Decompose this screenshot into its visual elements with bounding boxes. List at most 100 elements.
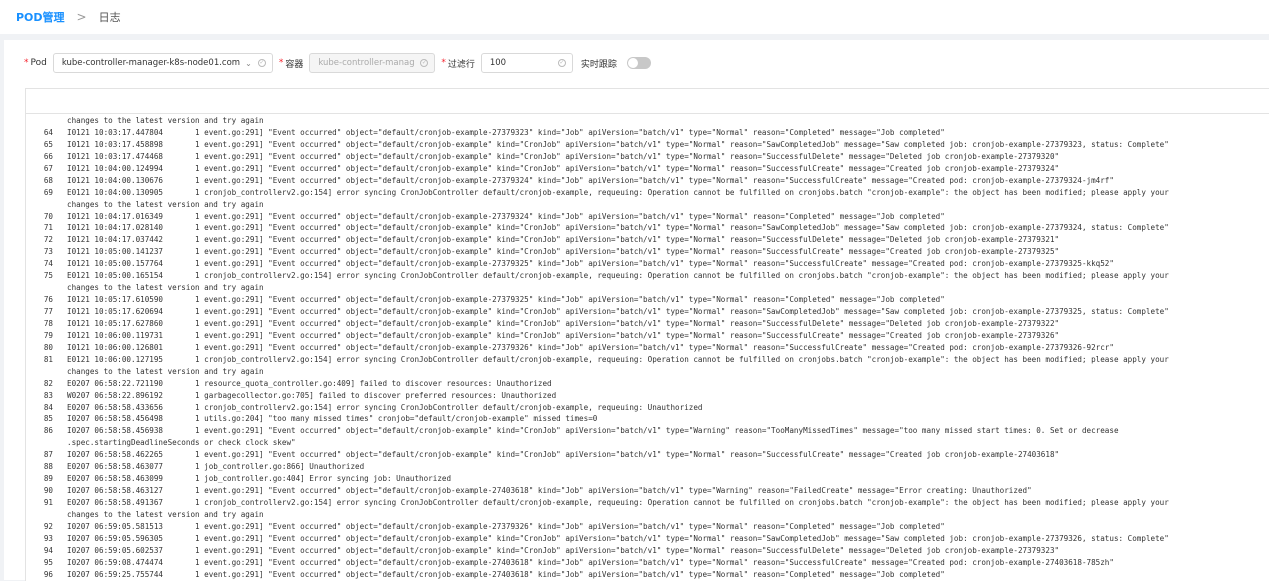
log-line: 64 I0121 10:03:17.447804 1 event.go:291] … xyxy=(26,127,1269,139)
log-line-number: 76 xyxy=(43,295,53,305)
log-line-text: I0121 10:05:00.157764 1 event.go:291] "E… xyxy=(67,259,1114,269)
log-line: 83 W0207 06:58:22.896192 1 garbagecollect… xyxy=(26,390,1269,402)
log-line: changes to the latest version and try ag… xyxy=(26,366,1269,378)
log-line: 89 E0207 06:58:58.463099 1 job_controller… xyxy=(26,473,1269,485)
log-line-number: 92 xyxy=(43,521,53,531)
lines-input-value: 100 xyxy=(489,58,507,68)
log-line-text: changes to the latest version and try ag… xyxy=(67,509,264,519)
lines-input[interactable]: 100 ✓ xyxy=(480,53,573,73)
log-line-text: I0121 10:04:00.124994 1 event.go:291] "E… xyxy=(67,163,1060,173)
log-line-text: I0207 06:59:05.602537 1 event.go:291] "E… xyxy=(67,545,1060,555)
log-line: 66 I0121 10:03:17.474468 1 event.go:291] … xyxy=(26,151,1269,163)
log-line: 67 I0121 10:04:00.124994 1 event.go:291] … xyxy=(26,163,1269,175)
log-line-text: E0207 06:58:58.463077 1 job_controller.g… xyxy=(67,462,365,472)
log-line-text: E0207 06:58:22.721190 1 resource_quota_c… xyxy=(67,378,552,388)
log-line: 75 E0121 10:05:00.165154 1 cronjob_contro… xyxy=(26,270,1269,282)
log-line: 70 I0121 10:04:17.016349 1 event.go:291] … xyxy=(26,211,1269,223)
log-line-number xyxy=(26,437,67,449)
log-line-number: 75 xyxy=(43,271,53,281)
check-circle-icon: ✓ xyxy=(257,59,266,67)
log-line-text: changes to the latest version and try ag… xyxy=(67,116,264,125)
log-line-text: E0121 10:06:00.127195 1 cronjob_controll… xyxy=(67,354,1169,364)
log-line-text: E0207 06:58:58.433656 1 cronjob_controll… xyxy=(67,402,703,412)
log-line-number: 67 xyxy=(43,163,53,173)
log-line: 86 I0207 06:58:58.456938 1 event.go:291] … xyxy=(26,425,1269,437)
log-line-text: I0207 06:58:58.456938 1 event.go:291] "E… xyxy=(67,426,1119,436)
log-line-number: 86 xyxy=(43,426,53,436)
log-line-text: E0121 10:05:00.165154 1 cronjob_controll… xyxy=(67,271,1169,281)
log-line: 92 I0207 06:59:05.581513 1 event.go:291] … xyxy=(26,521,1269,533)
log-line-text: I0121 10:04:17.016349 1 event.go:291] "E… xyxy=(67,211,945,221)
log-line-text: I0121 10:04:17.037442 1 event.go:291] "E… xyxy=(67,235,1060,245)
log-line-number: 66 xyxy=(43,151,53,161)
log-line: 65 I0121 10:03:17.458898 1 event.go:291] … xyxy=(26,139,1269,151)
log-line-number: 70 xyxy=(43,211,53,221)
realtime-label: 实时跟踪 xyxy=(580,59,617,70)
log-line: 74 I0121 10:05:00.157764 1 event.go:291] … xyxy=(26,258,1269,270)
log-line: changes to the latest version and try ag… xyxy=(26,115,1269,127)
log-line: 80 I0121 10:06:00.126801 1 event.go:291] … xyxy=(26,342,1269,354)
log-line-number: 74 xyxy=(43,259,53,269)
log-line: 91 E0207 06:58:58.491367 1 cronjob_contro… xyxy=(26,497,1269,509)
log-line-number: 84 xyxy=(43,402,53,412)
log-line-text: I0121 10:03:17.458898 1 event.go:291] "E… xyxy=(67,139,1169,149)
check-circle-icon: ✓ xyxy=(557,59,566,67)
log-line: 78 I0121 10:05:17.627860 1 event.go:291] … xyxy=(26,318,1269,330)
check-circle-icon: ✓ xyxy=(420,59,429,67)
log-line: changes to the latest version and try ag… xyxy=(26,199,1269,211)
log-line-number xyxy=(26,199,67,211)
log-line-text: I0121 10:03:17.474468 1 event.go:291] "E… xyxy=(67,151,1060,161)
required-mark: * xyxy=(278,58,284,68)
log-line-number: 83 xyxy=(43,390,53,400)
log-line-number: 73 xyxy=(43,247,53,257)
log-line-number: 77 xyxy=(43,307,53,316)
log-line-text: I0207 06:58:58.456498 1 utils.go:204] "t… xyxy=(67,414,598,424)
log-line-number xyxy=(26,282,67,294)
log-line: 93 I0207 06:59:05.596305 1 event.go:291] … xyxy=(26,533,1269,545)
log-line-text: I0121 10:06:00.119731 1 event.go:291] "E… xyxy=(67,330,1060,340)
log-line: 94 I0207 06:59:05.602537 1 event.go:291] … xyxy=(26,545,1269,557)
container-label: 容器 xyxy=(285,59,304,70)
container-select-value: kube-controller-manager xyxy=(318,58,415,68)
log-line-number: 71 xyxy=(43,223,53,233)
log-line: 81 E0121 10:06:00.127195 1 cronjob_contro… xyxy=(26,354,1269,366)
log-line-text: I0121 10:03:17.447804 1 event.go:291] "E… xyxy=(67,127,945,137)
log-line: 72 I0121 10:04:17.037442 1 event.go:291] … xyxy=(26,234,1269,246)
log-line: 90 I0207 06:58:58.463127 1 event.go:291] … xyxy=(26,485,1269,497)
log-line: 88 E0207 06:58:58.463077 1 job_controller… xyxy=(26,461,1269,473)
chevron-down-icon: ⌄ xyxy=(245,58,252,68)
breadcrumb-pod-management[interactable]: POD管理 xyxy=(16,9,65,25)
log-line-number: 88 xyxy=(43,462,53,472)
log-line: 68 I0121 10:04:00.130676 1 event.go:291] … xyxy=(26,175,1269,187)
log-line-number: 90 xyxy=(43,486,53,496)
log-line-number: 64 xyxy=(43,127,53,137)
log-line: 87 I0207 06:58:58.462265 1 event.go:291] … xyxy=(26,449,1269,461)
log-line-text: I0207 06:58:58.462265 1 event.go:291] "E… xyxy=(67,450,1060,460)
breadcrumb-separator: > xyxy=(76,10,87,24)
log-line-text: .spec.startingDeadlineSeconds or check c… xyxy=(67,438,296,448)
log-line-text: I0121 10:05:17.620694 1 event.go:291] "E… xyxy=(67,307,1169,316)
log-line-number: 68 xyxy=(43,175,53,185)
log-line-text: E0207 06:58:58.463099 1 job_controller.g… xyxy=(67,474,452,484)
log-line: 76 I0121 10:05:17.610590 1 event.go:291] … xyxy=(26,294,1269,306)
log-line: 84 E0207 06:58:58.433656 1 cronjob_contro… xyxy=(26,402,1269,414)
log-line: 95 I0207 06:59:08.474474 1 event.go:291] … xyxy=(26,557,1269,569)
log-line: 73 I0121 10:05:00.141237 1 event.go:291] … xyxy=(26,246,1269,258)
log-line: 96 I0207 06:59:25.755744 1 event.go:291] … xyxy=(26,569,1269,581)
log-line-number xyxy=(26,366,67,378)
pod-select[interactable]: kube-controller-manager-k8s-node01.com ⌄… xyxy=(52,53,273,73)
log-viewer-header xyxy=(26,89,1269,114)
realtime-toggle[interactable] xyxy=(626,57,651,69)
log-line-number: 85 xyxy=(43,414,53,424)
log-line: 69 E0121 10:04:00.130905 1 cronjob_contro… xyxy=(26,187,1269,199)
log-line-number: 87 xyxy=(43,450,53,460)
log-line-text: W0207 06:58:22.896192 1 garbagecollector… xyxy=(67,390,557,400)
log-line-text: changes to the latest version and try ag… xyxy=(67,199,264,209)
log-viewer[interactable]: changes to the latest version and try ag… xyxy=(25,88,1269,581)
log-line-number: 94 xyxy=(43,545,53,555)
log-line-text: E0207 06:58:58.491367 1 cronjob_controll… xyxy=(67,498,1169,507)
required-mark: * xyxy=(441,58,446,68)
log-card: * Pod kube-controller-manager-k8s-node01… xyxy=(4,40,1269,581)
container-select[interactable]: kube-controller-manager ✓ xyxy=(309,53,436,73)
log-line-number xyxy=(26,509,67,521)
